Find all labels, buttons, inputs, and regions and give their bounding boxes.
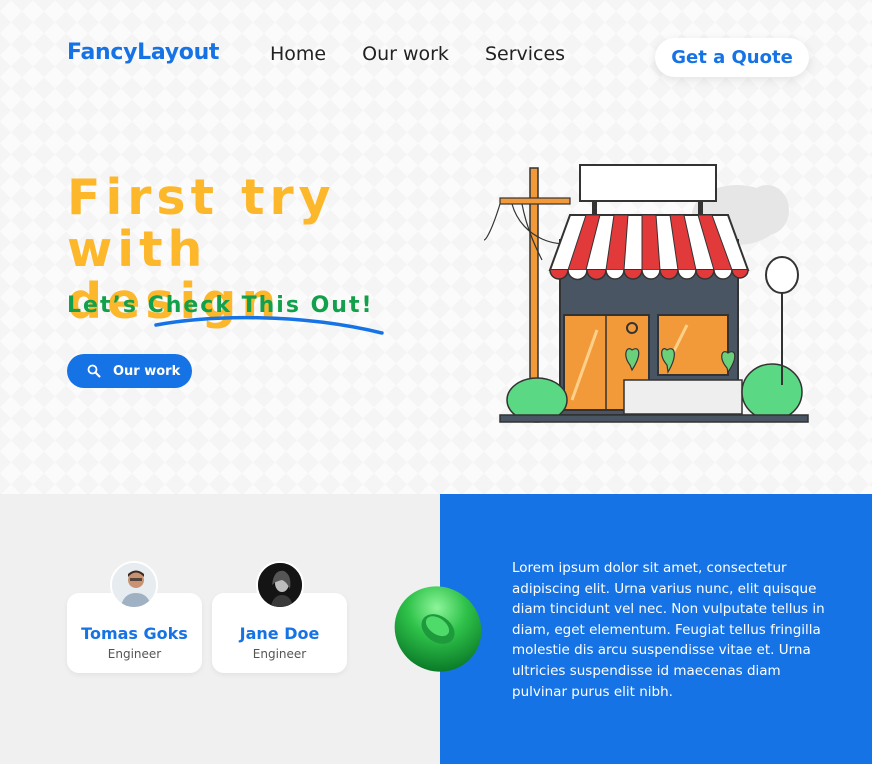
nav-our-work[interactable]: Our work bbox=[362, 43, 449, 65]
our-work-button[interactable]: Our work bbox=[67, 354, 192, 388]
site-logo[interactable]: FancyLayout bbox=[67, 40, 219, 65]
team-member-role: Engineer bbox=[107, 647, 162, 661]
storefront-illustration bbox=[483, 164, 809, 423]
get-quote-button[interactable]: Get a Quote bbox=[655, 38, 809, 77]
about-text: Lorem ipsum dolor sit amet, consectetur … bbox=[512, 560, 825, 700]
team-member-name: Jane Doe bbox=[239, 624, 320, 643]
green-ring-3d bbox=[394, 586, 482, 672]
avatar bbox=[256, 561, 304, 609]
nav-home[interactable]: Home bbox=[270, 43, 326, 65]
nav-services[interactable]: Services bbox=[485, 43, 565, 65]
headline-line-1: First try with bbox=[67, 169, 336, 278]
underline-swoosh bbox=[154, 315, 384, 335]
hero-section: FancyLayout Home Our work Services Get a… bbox=[0, 0, 872, 494]
search-icon bbox=[87, 364, 101, 378]
avatar bbox=[110, 561, 158, 609]
team-member-role: Engineer bbox=[252, 647, 307, 661]
our-work-button-label: Our work bbox=[113, 363, 181, 379]
team-member-name: Tomas Goks bbox=[81, 624, 188, 643]
main-nav: Home Our work Services bbox=[270, 43, 565, 65]
